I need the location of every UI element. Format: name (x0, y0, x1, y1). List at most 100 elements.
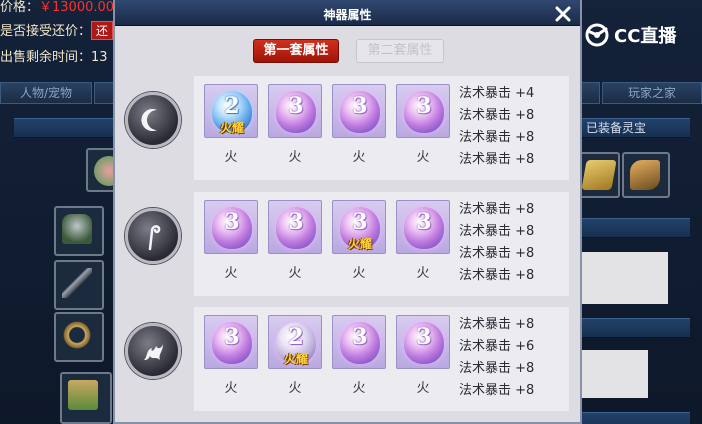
gem-slot[interactable]: 3 (268, 84, 322, 138)
row-2-artifact-badge (125, 208, 181, 264)
row-3-artifact-badge (125, 323, 181, 379)
gem-slot[interactable]: 3 (268, 200, 322, 254)
gem-element-label: 火 (288, 266, 302, 281)
close-icon[interactable] (553, 4, 573, 24)
gem-slot[interactable]: 3 (204, 315, 258, 369)
left-section-bar (14, 118, 114, 138)
row-1-artifact-badge (125, 92, 181, 148)
gem-fire-tag: 火耀 (219, 121, 244, 135)
gem-slot[interactable]: 3 (396, 200, 450, 254)
gem-element-label: 火 (352, 150, 366, 165)
tab-character-pet[interactable]: 人物/宠物 (0, 82, 92, 104)
gem-element-label: 火 (224, 381, 238, 396)
bargain-line: 是否接受还价：还 (0, 20, 114, 40)
bargain-label: 是否接受还价： (0, 24, 92, 39)
stat-line: 法术暴击 +8 (459, 152, 535, 167)
price-label: 价格： (0, 0, 40, 15)
right-section-bar-4 (568, 412, 690, 424)
gem-element-label: 火 (288, 381, 302, 396)
gem-slot[interactable]: 3 (396, 315, 450, 369)
gem-slot[interactable]: 2 火耀 (204, 84, 258, 138)
stat-line: 法术暴击 +8 (459, 108, 535, 123)
gem-level: 3 (352, 209, 368, 235)
cc-logo-text: CC直播 (614, 26, 677, 47)
golden-lingbao-icon (581, 160, 617, 190)
gem-element-label: 火 (416, 150, 430, 165)
stat-line: 法术暴击 +8 (459, 246, 535, 261)
gem-slot[interactable]: 3 (204, 200, 258, 254)
cc-logo-icon (585, 23, 609, 47)
equipped-lingbao-header: 已装备灵宝 (568, 118, 690, 138)
cc-live-watermark: CC直播 (584, 22, 676, 48)
gem-level: 3 (288, 209, 304, 235)
ring-icon (62, 320, 92, 350)
gem-level: 3 (416, 209, 432, 235)
price-line: 价格：￥13000.00 (0, 0, 114, 15)
stat-line: 法术暴击 +8 (459, 224, 535, 239)
gem-element-label: 火 (416, 381, 430, 396)
price-value: ￥13000.00 (39, 0, 115, 15)
lingbao-slot-1[interactable] (576, 152, 620, 198)
gem-fire-tag: 火耀 (283, 352, 308, 366)
equip-slot-book[interactable] (60, 372, 112, 424)
stat-line: 法术暴击 +8 (459, 130, 535, 145)
gem-element-label: 火 (352, 381, 366, 396)
attribute-row-1: 2 火耀 3 3 3 火 火 火 火 法术暴击 +4 法术暴击 +8 法术暴击 +… (194, 76, 569, 180)
stat-line: 法术暴击 +8 (459, 383, 535, 398)
item-slot-flower[interactable] (86, 148, 116, 192)
stat-line: 法术暴击 +4 (459, 86, 535, 101)
equip-slot-helmet[interactable] (54, 206, 104, 256)
stat-line: 法术暴击 +8 (459, 317, 535, 332)
dialog-title: 神器属性 (323, 8, 372, 22)
crescent-moon-icon (141, 109, 157, 131)
tab-second-set[interactable]: 第二套属性 (356, 39, 444, 63)
hook-staff-icon (148, 225, 161, 251)
gem-level: 3 (352, 324, 368, 350)
sword-icon (62, 268, 92, 298)
right-section-bar-2 (568, 218, 690, 238)
remaining-time-label: 出售剩余时间： (0, 50, 92, 65)
dialog-titlebar[interactable]: 神器属性 (115, 0, 580, 26)
gem-slot[interactable]: 3 (332, 84, 386, 138)
gem-element-label: 火 (352, 266, 366, 281)
lingbao-slot-2[interactable] (622, 152, 670, 198)
artifact-attributes-dialog: 神器属性 第一套属性 第二套属性 2 火耀 3 3 3 火 火 火 火 法术暴击 … (113, 0, 582, 424)
gem-slot[interactable]: 2 火耀 (268, 315, 322, 369)
gem-level: 3 (416, 324, 432, 350)
gem-slot[interactable]: 3 (332, 315, 386, 369)
gem-level: 3 (224, 324, 240, 350)
right-info-panel-1 (568, 252, 668, 304)
helmet-icon (62, 214, 92, 244)
remaining-time-line: 出售剩余时间：13 (0, 46, 108, 65)
remaining-time-value: 13 (91, 50, 108, 65)
gem-slot[interactable]: 3 火耀 (332, 200, 386, 254)
stat-line: 法术暴击 +8 (459, 361, 535, 376)
gem-element-label: 火 (416, 266, 430, 281)
attribute-row-3: 3 2 火耀 3 3 火 火 火 火 法术暴击 +8 法术暴击 +6 法术暴击 +… (194, 307, 569, 411)
scroll-lingbao-icon (630, 160, 660, 190)
tab-player-home[interactable]: 玩家之家 (602, 82, 702, 104)
book-icon (68, 380, 98, 410)
gem-element-label: 火 (224, 266, 238, 281)
tab-first-set[interactable]: 第一套属性 (253, 39, 339, 63)
gem-level: 3 (288, 93, 304, 119)
gem-level: 2 (224, 93, 240, 119)
right-section-bar-3 (568, 318, 690, 338)
tab-hidden-left[interactable] (94, 82, 114, 104)
gem-element-label: 火 (288, 150, 302, 165)
bargain-button[interactable]: 还 (91, 21, 114, 40)
gem-level: 3 (352, 93, 368, 119)
gem-level: 3 (224, 209, 240, 235)
stat-line: 法术暴击 +8 (459, 268, 535, 283)
equip-slot-weapon[interactable] (54, 260, 104, 310)
stat-line: 法术暴击 +6 (459, 339, 535, 354)
gem-level: 2 (288, 324, 304, 350)
equip-slot-ring[interactable] (54, 312, 104, 362)
gem-level: 3 (416, 93, 432, 119)
gem-slot[interactable]: 3 (396, 84, 450, 138)
gem-fire-tag: 火耀 (347, 237, 372, 251)
stat-line: 法术暴击 +8 (459, 202, 535, 217)
flame-sprite-icon (144, 344, 163, 360)
gem-element-label: 火 (224, 150, 238, 165)
attribute-row-2: 3 3 3 火耀 3 火 火 火 火 法术暴击 +8 法术暴击 +8 法术暴击 +… (194, 192, 569, 296)
